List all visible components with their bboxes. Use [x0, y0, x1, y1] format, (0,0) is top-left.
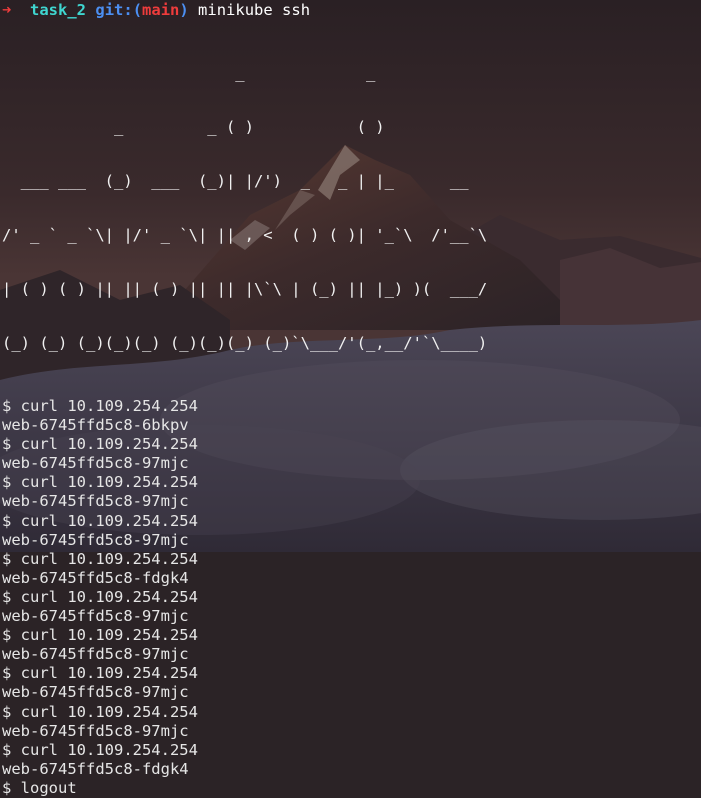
entered-command: minikube ssh [198, 1, 311, 19]
terminal-line: $ curl 10.109.254.254 [2, 664, 198, 683]
banner-line: /' _ ` _ `\| |/' _ `\| || , < ( ) ( )| '… [2, 226, 488, 244]
terminal-line: $ curl 10.109.254.254 [2, 511, 198, 530]
terminal-line: web-6745ffd5c8-97mjc [2, 454, 189, 473]
terminal-line: web-6745ffd5c8-97mjc [2, 721, 189, 740]
branch-open-paren: ( [132, 1, 143, 19]
terminal-line: web-6745ffd5c8-97mjc [2, 492, 189, 511]
git-label: git: [95, 1, 133, 19]
prompt-arrow-icon: ➜ [2, 1, 12, 19]
terminal-line: $ curl 10.109.254.254 [2, 549, 198, 568]
terminal-line: $ curl 10.109.254.254 [2, 473, 198, 492]
current-directory: task_2 [30, 1, 87, 19]
terminal-line: web-6745ffd5c8-97mjc [2, 683, 189, 702]
terminal-line: $ curl 10.109.254.254 [2, 740, 198, 759]
terminal-line: web-6745ffd5c8-6bkpv [2, 416, 189, 435]
terminal-line: $ curl 10.109.254.254 [2, 435, 198, 454]
terminal-window[interactable]: ➜ task_2 git:(main) minikube ssh _ _ _ _… [0, 0, 701, 797]
banner-line: ___ ___ (_) ___ (_)| |/') _ _ | |_ __ [2, 172, 488, 190]
banner-line: _ _ [2, 64, 488, 82]
terminal-line: web-6745ffd5c8-97mjc [2, 645, 189, 664]
terminal-line: $ curl 10.109.254.254 [2, 587, 198, 606]
banner-line: | ( ) ( ) || || ( ) || || |\`\ | (_) || … [2, 280, 488, 298]
terminal-line: $ curl 10.109.254.254 [2, 397, 198, 415]
banner-line: (_) (_) (_)(_)(_) (_)(_)(_) (_)`\___/'(_… [2, 334, 488, 352]
terminal-line: $ curl 10.109.254.254 [2, 626, 198, 645]
terminal-line: web-6745ffd5c8-97mjc [2, 607, 189, 626]
branch-close-paren: ) [179, 1, 189, 19]
terminal-output: $ curl 10.109.254.254 web-6745ffd5c8-6bk… [2, 397, 699, 798]
terminal-line: web-6745ffd5c8-97mjc [2, 530, 189, 549]
git-branch: main [142, 1, 180, 19]
terminal-line: $ curl 10.109.254.254 [2, 702, 198, 721]
shell-prompt: ➜ task_2 git:(main) minikube ssh [2, 0, 699, 20]
terminal-line: $ logout [2, 778, 77, 797]
terminal-line: web-6745ffd5c8-fdgk4 [2, 759, 189, 778]
terminal-line: web-6745ffd5c8-fdgk4 [2, 568, 189, 587]
minikube-ascii-banner: _ _ _ _ ( ) ( ) ___ ___ (_) ___ (_)| |/'… [2, 28, 699, 388]
banner-line: _ _ ( ) ( ) [2, 118, 488, 136]
